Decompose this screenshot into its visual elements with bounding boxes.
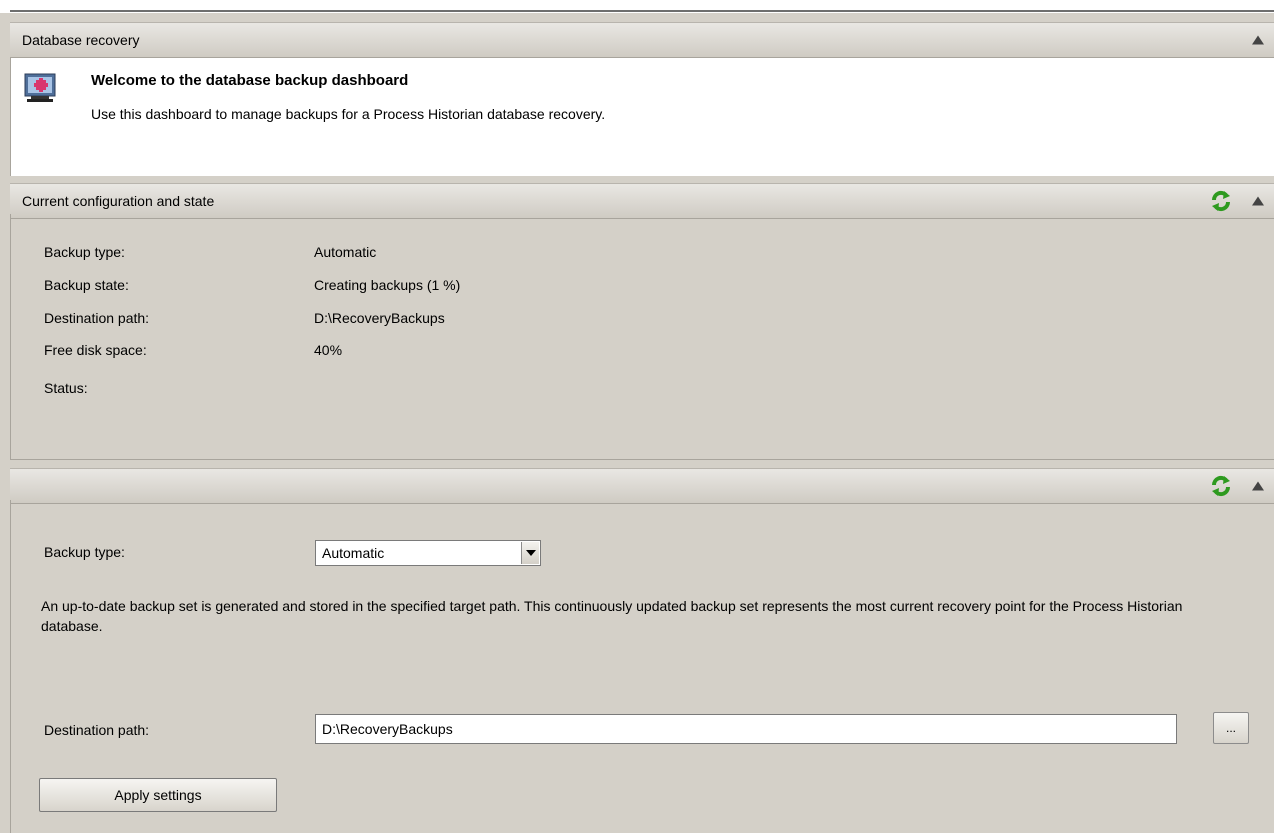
settings-panel: Backup type: Automatic An up-to-date bac… bbox=[10, 500, 1274, 833]
database-recovery-title: Database recovery bbox=[22, 32, 140, 48]
settings-header[interactable] bbox=[10, 468, 1274, 504]
backup-type-description: An up-to-date backup set is generated an… bbox=[41, 598, 1183, 634]
backup-type-setting-label: Backup type: bbox=[44, 544, 125, 560]
browse-button[interactable]: ... bbox=[1213, 712, 1249, 744]
status-label: Status: bbox=[44, 380, 88, 396]
collapse-arrow-icon[interactable] bbox=[1252, 196, 1264, 206]
current-state-panel: Backup type: Automatic Backup state: Cre… bbox=[10, 214, 1274, 460]
welcome-title: Welcome to the database backup dashboard bbox=[91, 72, 409, 89]
destination-path-input[interactable] bbox=[315, 714, 1177, 744]
collapse-arrow-icon[interactable] bbox=[1252, 35, 1264, 45]
backup-type-label: Backup type: bbox=[44, 244, 125, 260]
backup-state-label: Backup state: bbox=[44, 277, 129, 293]
refresh-icon[interactable] bbox=[1210, 475, 1232, 497]
welcome-panel: Welcome to the database backup dashboard… bbox=[10, 58, 1274, 176]
apply-settings-button[interactable]: Apply settings bbox=[39, 778, 277, 812]
free-disk-space-label: Free disk space: bbox=[44, 342, 147, 358]
chevron-down-icon[interactable] bbox=[521, 542, 539, 564]
free-disk-space-value: 40% bbox=[314, 342, 343, 358]
destination-path-setting-label: Destination path: bbox=[44, 722, 150, 738]
database-recovery-header[interactable]: Database recovery bbox=[10, 22, 1274, 58]
database-monitor-icon bbox=[24, 73, 56, 102]
refresh-icon[interactable] bbox=[1210, 190, 1232, 212]
welcome-description: Use this dashboard to manage backups for… bbox=[91, 106, 606, 122]
collapse-arrow-icon[interactable] bbox=[1252, 481, 1264, 491]
destination-path-value: D:\RecoveryBackups bbox=[314, 310, 445, 326]
backup-state-value: Creating backups (1 %) bbox=[314, 277, 461, 293]
backup-type-value: Automatic bbox=[314, 244, 377, 260]
current-state-title: Current configuration and state bbox=[22, 193, 215, 209]
backup-type-select[interactable]: Automatic bbox=[315, 540, 541, 566]
destination-path-label: Destination path: bbox=[44, 310, 150, 326]
window-top-border bbox=[0, 0, 1274, 13]
backup-type-selected-value: Automatic bbox=[322, 545, 385, 561]
